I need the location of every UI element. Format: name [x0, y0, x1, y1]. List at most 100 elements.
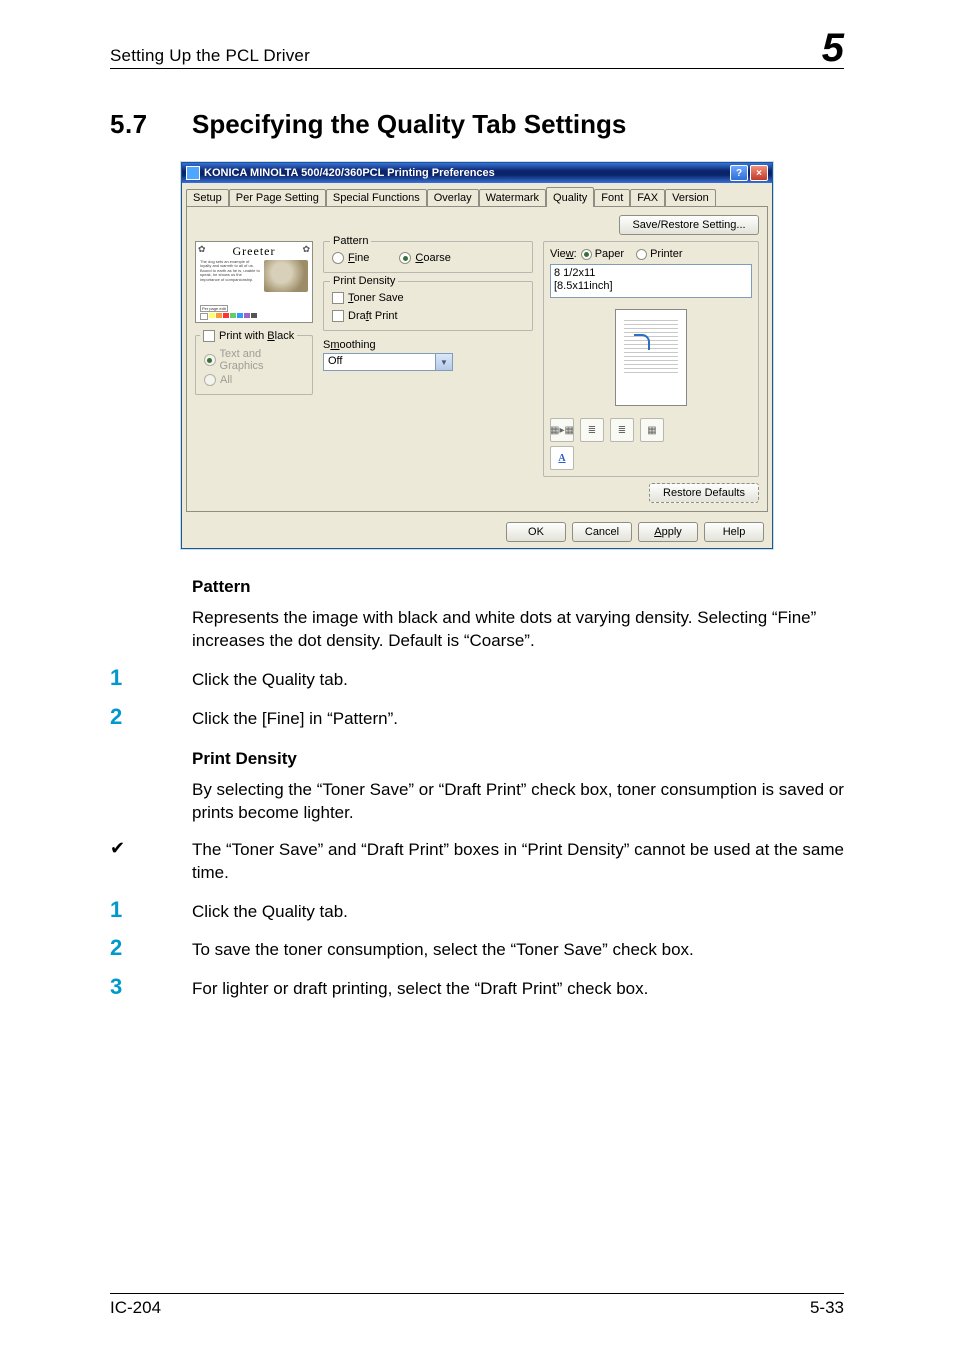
checkbox-icon	[332, 292, 344, 304]
titlebar-close-button[interactable]: ×	[750, 165, 768, 181]
print-density-paragraph: By selecting the “Toner Save” or “Draft …	[192, 779, 844, 825]
radio-text-and-graphics: Text and Graphics	[204, 348, 304, 372]
radio-icon	[399, 252, 411, 264]
smoothing-block: Smoothing Off ▼	[323, 339, 533, 371]
tab-overlay[interactable]: Overlay	[427, 189, 479, 206]
right-column: View: Paper Printer	[543, 241, 759, 503]
step-text: For lighter or draft printing, select th…	[192, 978, 844, 1001]
save-restore-setting-button[interactable]: Save/Restore Setting...	[619, 215, 759, 235]
view-label: View:	[550, 248, 577, 260]
middle-column: Pattern Fine Coarse	[323, 241, 533, 503]
step-number: 1	[110, 667, 192, 689]
paper-name-box: 8 1/2x11 [8.5x11inch]	[550, 264, 752, 298]
tab-version[interactable]: Version	[665, 189, 716, 206]
chevron-down-icon: ▼	[435, 354, 452, 370]
pattern-legend: Pattern	[330, 235, 371, 247]
pattern-group: Pattern Fine Coarse	[323, 241, 533, 273]
footer-left: IC-204	[110, 1298, 161, 1318]
radio-icon	[332, 252, 344, 264]
radio-fine[interactable]: Fine	[332, 252, 369, 264]
tab-font[interactable]: Font	[594, 189, 630, 206]
checkbox-icon	[332, 310, 344, 322]
print-density-heading: Print Density	[192, 749, 844, 769]
apply-button[interactable]: Apply	[638, 522, 698, 542]
status-icon-2: ≣	[580, 418, 604, 442]
step-text: Click the Quality tab.	[192, 669, 844, 692]
pattern-paragraph: Represents the image with black and whit…	[192, 607, 844, 653]
window-title: KONICA MINOLTA 500/420/360PCL Printing P…	[204, 167, 730, 179]
view-printer-radio[interactable]: Printer	[636, 248, 682, 260]
status-icon-3: ≣	[610, 418, 634, 442]
status-icon-1: ▦▸▦	[550, 418, 574, 442]
swatch	[216, 313, 222, 318]
dialog-button-row: OK Cancel Apply Help	[182, 516, 772, 548]
note-text: The “Toner Save” and “Draft Print” boxes…	[192, 839, 844, 885]
tab-per-page-setting[interactable]: Per Page Setting	[229, 189, 326, 206]
step-row: 1 Click the Quality tab.	[110, 899, 844, 924]
step-row: 2 Click the [Fine] in “Pattern”.	[110, 706, 844, 731]
toner-save-checkbox[interactable]: Toner Save	[332, 292, 524, 304]
step-row: 1 Click the Quality tab.	[110, 667, 844, 692]
tab-watermark[interactable]: Watermark	[479, 189, 546, 206]
pattern-heading: Pattern	[192, 577, 844, 597]
smoothing-a-icon: A	[550, 446, 574, 470]
smoothing-value: Off	[324, 354, 435, 370]
chapter-number: 5	[822, 30, 844, 66]
swatch	[223, 313, 229, 318]
tab-special-functions[interactable]: Special Functions	[326, 189, 427, 206]
step-text: To save the toner consumption, select th…	[192, 939, 844, 962]
step-text: Click the Quality tab.	[192, 901, 844, 924]
restore-defaults-button[interactable]: Restore Defaults	[649, 483, 759, 503]
status-icon-row: ▦▸▦ ≣ ≣ ▦	[550, 418, 752, 442]
preview-body-text: The dog sets an example of loyalty and w…	[200, 260, 260, 292]
view-panel: View: Paper Printer	[543, 241, 759, 477]
radio-coarse[interactable]: Coarse	[399, 252, 450, 264]
checkbox-icon	[203, 330, 215, 342]
section-title: Specifying the Quality Tab Settings	[192, 109, 626, 140]
radio-icon	[204, 374, 216, 386]
step-number: 3	[110, 976, 192, 998]
tab-strip: Setup Per Page Setting Special Functions…	[182, 183, 772, 206]
print-density-group: Print Density Toner Save Draft Print	[323, 281, 533, 331]
note-row: ✔ The “Toner Save” and “Draft Print” box…	[110, 839, 844, 885]
cancel-button[interactable]: Cancel	[572, 522, 632, 542]
preview-per-page-label: Per page edit	[200, 305, 228, 312]
radio-icon	[636, 249, 647, 260]
ok-button[interactable]: OK	[506, 522, 566, 542]
swatch	[200, 313, 208, 320]
step-row: 3 For lighter or draft printing, select …	[110, 976, 844, 1001]
section-number: 5.7	[110, 109, 192, 140]
print-with-black-checkbox[interactable]: Print with Black	[200, 330, 297, 342]
smoothing-dropdown[interactable]: Off ▼	[323, 353, 453, 371]
footer-right: 5-33	[810, 1298, 844, 1318]
status-icon-4: ▦	[640, 418, 664, 442]
preview-swatches	[200, 313, 308, 320]
page-preview: ✿ ✿ Greeter The dog sets an example of l…	[195, 241, 313, 323]
print-with-black-group: Print with Black Text and Graphics All	[195, 335, 313, 395]
swatch	[230, 313, 236, 318]
preview-corner-right-icon: ✿	[302, 244, 310, 255]
step-number: 1	[110, 899, 192, 921]
tab-setup[interactable]: Setup	[186, 189, 229, 206]
preview-bottom: Per page edit	[200, 305, 308, 320]
titlebar-help-button[interactable]: ?	[730, 165, 748, 181]
app-icon	[186, 166, 200, 180]
running-header: Setting Up the PCL Driver 5	[110, 30, 844, 69]
preview-image-icon	[264, 260, 308, 292]
step-text: Click the [Fine] in “Pattern”.	[192, 708, 844, 731]
step-number: 2	[110, 706, 192, 728]
section-heading: 5.7 Specifying the Quality Tab Settings	[110, 109, 844, 140]
radio-icon	[581, 249, 592, 260]
step-row: 2 To save the toner consumption, select …	[110, 937, 844, 962]
help-button[interactable]: Help	[704, 522, 764, 542]
running-header-text: Setting Up the PCL Driver	[110, 46, 310, 66]
tab-quality[interactable]: Quality	[546, 187, 594, 207]
draft-print-checkbox[interactable]: Draft Print	[332, 310, 524, 322]
paper-preview	[550, 302, 752, 412]
tab-fax[interactable]: FAX	[630, 189, 665, 206]
print-density-legend: Print Density	[330, 275, 398, 287]
radio-all: All	[204, 374, 304, 386]
preview-greeter-label: Greeter	[214, 244, 294, 259]
swatch	[251, 313, 257, 318]
view-paper-radio[interactable]: Paper	[581, 248, 624, 260]
